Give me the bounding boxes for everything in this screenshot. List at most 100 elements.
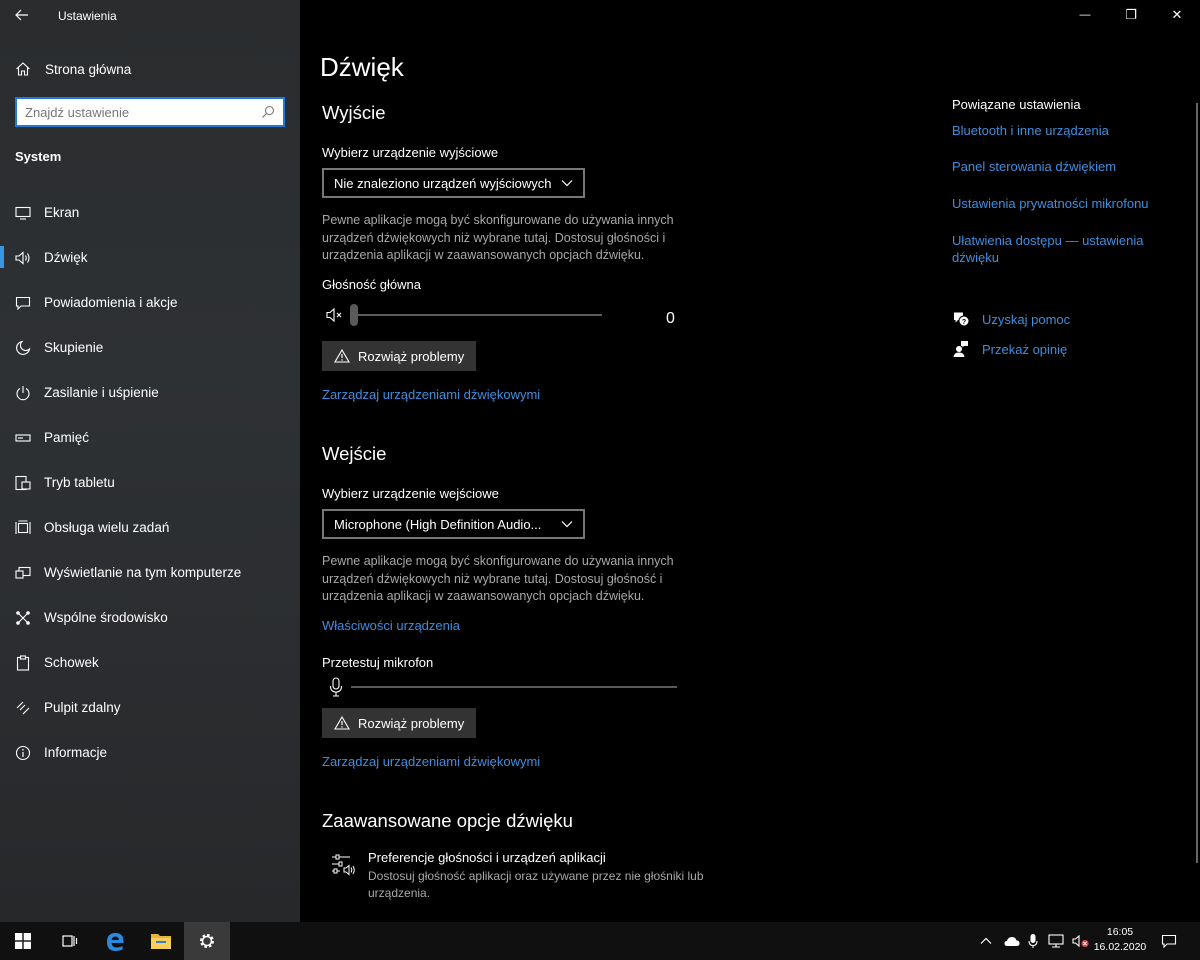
app-title: Ustawienia (58, 9, 117, 23)
sidebar-item-power[interactable]: Zasilanie i uśpienie (0, 370, 300, 415)
remote-desktop-icon (15, 700, 31, 716)
related-link-bluetooth[interactable]: Bluetooth i inne urządzenia (952, 122, 1162, 139)
window-controls: — ❐ ✕ (1062, 0, 1200, 30)
close-button[interactable]: ✕ (1154, 0, 1200, 30)
notification-icon (15, 295, 31, 311)
back-button[interactable] (10, 4, 34, 26)
microphone-icon (329, 677, 343, 697)
settings-main: — ❐ ✕ Dźwięk Wyjście Wybierz urządzenie … (300, 0, 1200, 922)
feedback-link[interactable]: Przekaż opinię (952, 340, 1067, 358)
gear-icon (200, 934, 214, 948)
mic-level-meter (351, 686, 677, 688)
sidebar-item-storage[interactable]: Pamięć (0, 415, 300, 460)
start-button[interactable] (0, 922, 46, 960)
sidebar-item-projecting[interactable]: Wyświetlanie na tym komputerze (0, 550, 300, 595)
onedrive-icon[interactable] (1004, 935, 1020, 947)
folder-icon (151, 934, 171, 949)
mute-icon[interactable] (326, 307, 346, 323)
power-icon (15, 385, 31, 401)
sidebar-item-remote-desktop[interactable]: Pulpit zdalny (0, 685, 300, 730)
sidebar-nav: Ekran Dźwięk Powiadomienia i akcje Skupi… (0, 190, 300, 775)
get-help-link[interactable]: ? Uzyskaj pomoc (952, 311, 1070, 327)
sliders-speaker-icon (332, 854, 355, 876)
sidebar-item-shared[interactable]: Wspólne środowisko (0, 595, 300, 640)
action-center-icon (1161, 934, 1177, 948)
output-manage-devices-link[interactable]: Zarządzaj urządzeniami dźwiękowymi (322, 387, 540, 402)
tablet-icon (15, 475, 31, 491)
sidebar-item-display[interactable]: Ekran (0, 190, 300, 235)
home-icon (16, 62, 30, 76)
maximize-button[interactable]: ❐ (1108, 0, 1154, 30)
sidebar-item-multitasking[interactable]: Obsługa wielu zadań (0, 505, 300, 550)
file-explorer-button[interactable] (138, 922, 184, 960)
clock-date: 16.02.2020 (1093, 941, 1147, 953)
sidebar-item-label: Wyświetlanie na tym komputerze (44, 565, 242, 580)
related-link-ease-of-access[interactable]: Ułatwienia dostępu — ustawienia dźwięku (952, 232, 1162, 266)
related-link-sound-control-panel[interactable]: Panel sterowania dźwiękiem (952, 158, 1162, 175)
taskbar: 16:05 16.02.2020 (0, 922, 1200, 960)
output-device-value: Nie znaleziono urządzeń wyjściowych (334, 175, 552, 191)
warning-icon (334, 716, 350, 730)
sidebar-item-label: Pulpit zdalny (44, 700, 121, 715)
volume-value: 0 (666, 310, 675, 327)
settings-taskbar-button[interactable] (184, 922, 230, 960)
search-input[interactable] (25, 104, 261, 120)
display-icon (15, 205, 31, 221)
page-title: Dźwięk (320, 52, 404, 82)
system-tray (980, 922, 1090, 960)
storage-icon (15, 430, 31, 446)
input-manage-devices-link[interactable]: Zarządzaj urządzeniami dźwiękowymi (322, 754, 540, 769)
minimize-button[interactable]: — (1062, 0, 1108, 30)
task-view-button[interactable] (46, 922, 92, 960)
sidebar-item-label: Skupienie (44, 340, 104, 355)
sidebar-item-label: Informacje (44, 745, 108, 760)
scrollbar[interactable] (1196, 103, 1198, 863)
edge-button[interactable] (92, 922, 138, 960)
sidebar-item-label: Powiadomienia i akcje (44, 295, 178, 310)
sidebar-item-sound[interactable]: Dźwięk (0, 235, 300, 280)
sidebar-item-clipboard[interactable]: Schowek (0, 640, 300, 685)
home-label: Strona główna (45, 61, 132, 77)
taskbar-clock[interactable]: 16:05 16.02.2020 (1086, 925, 1154, 955)
settings-sidebar: Ustawienia Strona główna System Ekran Dź… (0, 0, 300, 922)
volume-slider-track[interactable] (352, 314, 602, 316)
output-select-label: Wybierz urządzenie wyjściowe (322, 145, 499, 160)
sidebar-item-tablet[interactable]: Tryb tabletu (0, 460, 300, 505)
advanced-heading: Zaawansowane opcje dźwięku (322, 810, 573, 831)
output-device-dropdown[interactable]: Nie znaleziono urządzeń wyjściowych (322, 168, 585, 198)
adv-item-title: Preferencje głośności i urządzeń aplikac… (368, 850, 606, 865)
sidebar-item-label: Dźwięk (44, 250, 88, 265)
sidebar-item-focus[interactable]: Skupienie (0, 325, 300, 370)
device-properties-link[interactable]: Właściwości urządzenia (322, 618, 460, 633)
edge-browser-icon (107, 933, 124, 951)
button-label: Rozwiąż problemy (358, 348, 465, 364)
clock-time: 16:05 (1106, 926, 1134, 938)
input-troubleshoot-button[interactable]: Rozwiąż problemy (322, 708, 477, 738)
microphone-in-use-icon[interactable] (1028, 933, 1038, 949)
info-icon (15, 745, 31, 761)
input-description: Pewne aplikacje mogą być skonfigurowane … (322, 554, 674, 603)
search-icon (262, 105, 275, 118)
input-device-value: Microphone (High Definition Audio... (334, 516, 542, 532)
chevron-up-icon[interactable] (980, 937, 992, 945)
search-box[interactable] (15, 97, 285, 127)
sidebar-item-notifications[interactable]: Powiadomienia i akcje (0, 280, 300, 325)
output-heading: Wyjście (322, 102, 386, 123)
app-volume-preferences[interactable]: Preferencje głośności i urządzeń aplikac… (330, 850, 728, 902)
related-settings-title: Powiązane ustawienia (952, 97, 1081, 112)
back-arrow-icon (15, 9, 28, 21)
sidebar-home[interactable]: Strona główna (0, 54, 300, 84)
button-label: Rozwiąż problemy (358, 715, 465, 731)
sidebar-item-label: Schowek (44, 655, 99, 670)
network-icon[interactable] (1048, 934, 1064, 948)
related-link-mic-privacy[interactable]: Ustawienia prywatności mikrofonu (952, 195, 1162, 212)
sidebar-item-about[interactable]: Informacje (0, 730, 300, 775)
input-device-dropdown[interactable]: Microphone (High Definition Audio... (322, 509, 585, 539)
chevron-down-icon (561, 180, 573, 187)
multitask-icon (15, 519, 31, 536)
action-center-button[interactable] (1146, 922, 1192, 960)
feedback-label: Przekaż opinię (982, 341, 1068, 357)
output-troubleshoot-button[interactable]: Rozwiąż problemy (322, 341, 477, 371)
feedback-icon (953, 341, 968, 357)
volume-slider-thumb[interactable] (350, 304, 358, 326)
